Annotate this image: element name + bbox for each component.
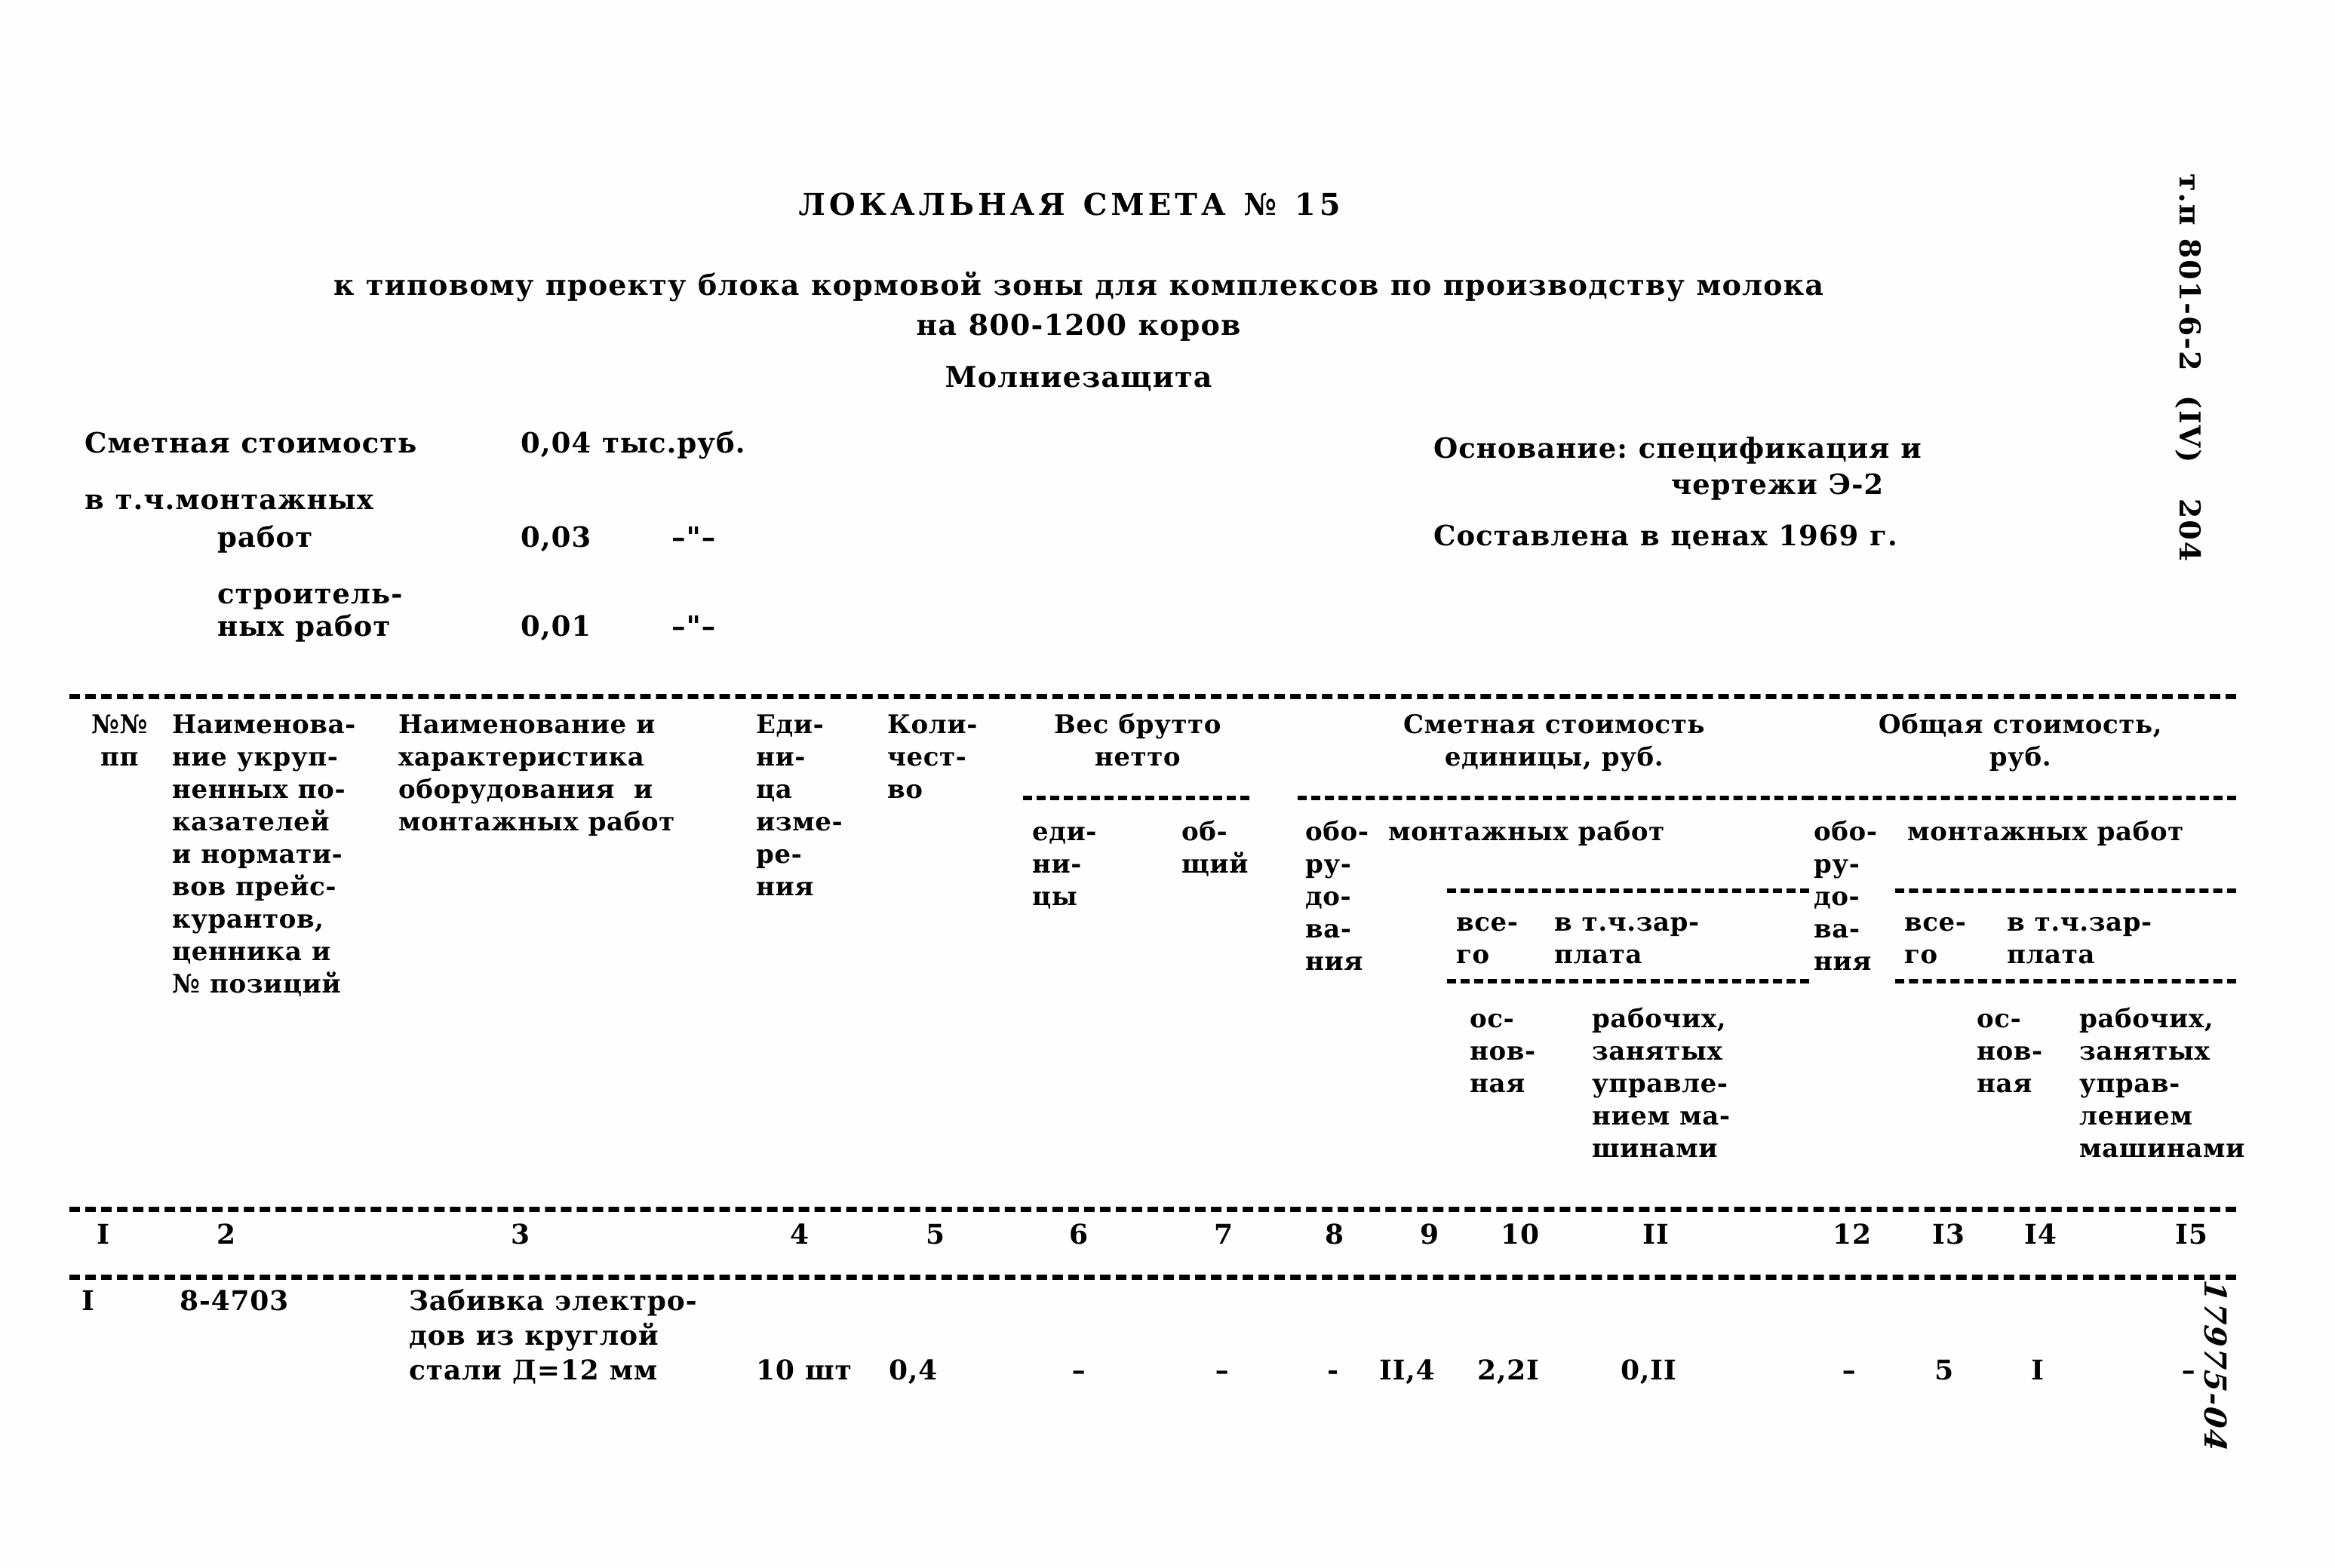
table-row-cell-col-10: 2,2I (1477, 1355, 1540, 1386)
table-row-cell-col-13: 5 (1934, 1355, 1954, 1386)
mounting-works-label: работ (217, 520, 314, 554)
header-col-10-11-salary: в т.ч.зар- плата (1554, 907, 1700, 970)
column-number-8: 8 (1324, 1219, 1345, 1250)
column-number-14: I4 (2024, 1219, 2057, 1250)
basis-line-2: чертежи Э-2 (1671, 468, 1885, 501)
table-row-cell-col-15: – (2181, 1355, 2196, 1386)
table-row-cell-col-3: Забивка электро- дов из круглой стали Д=… (409, 1285, 698, 1386)
construction-works-label-line-1: строитель- (217, 577, 404, 610)
header-col-7: об- щий (1181, 817, 1249, 879)
document-subtitle-line-2: на 800-1200 коров (916, 308, 1242, 342)
total-cost-group-rule (1805, 796, 2236, 800)
table-row-cell-col-11: 0,II (1621, 1355, 1677, 1386)
table-row-cell-col-2: 8-4703 (180, 1285, 289, 1317)
construction-works-value: 0,01 (521, 609, 592, 643)
table-row-cell-col-5: 0,4 (889, 1355, 939, 1386)
unit-mounting-subrule (1447, 888, 1809, 893)
mounting-works-value: 0,03 (521, 520, 592, 554)
column-number-10: 10 (1500, 1219, 1541, 1250)
side-margin-project-code: т.п 801-6-2 (IV) 204 (2173, 173, 2207, 563)
column-number-4: 4 (789, 1219, 810, 1250)
header-group-weight: Вес брутто нетто (1054, 710, 1221, 772)
page-title: ЛОКАЛЬНАЯ СМЕТА № 15 (798, 187, 1344, 222)
document-section-title: Молниезащита (945, 360, 1213, 394)
total-mounting-subrule (1895, 888, 2236, 893)
table-row-cell-col-9: II,4 (1379, 1355, 1436, 1386)
column-number-3: 3 (510, 1219, 531, 1250)
column-number-6: 6 (1068, 1219, 1089, 1250)
header-col-4: Еди- ни- ца изме- ре- ния (756, 710, 843, 902)
header-col-5: Коли- чест- во (887, 710, 978, 805)
header-col-2: Наименова- ние укруп- ненных по- казател… (172, 710, 356, 999)
unit-salary-subrule (1447, 979, 1809, 983)
table-row-cell-col-12: – (1842, 1355, 1857, 1386)
table-row-cell-col-1: I (81, 1285, 95, 1317)
header-group-unit-mounting: монтажных работ (1388, 817, 1665, 847)
column-numbers-bottom-rule (69, 1275, 2236, 1280)
column-number-2: 2 (216, 1219, 237, 1250)
header-col-15: рабочих, занятых управ- лением машинами (2079, 1004, 2245, 1164)
mounting-works-unit: –"– (671, 520, 717, 554)
header-col-1: №№ пп (91, 710, 149, 772)
price-year-line: Составлена в ценах 1969 г. (1433, 519, 1898, 552)
construction-works-label-line-2: ных работ (217, 609, 392, 643)
header-col-14-15-salary: в т.ч.зар- плата (2007, 907, 2152, 970)
column-number-12: 12 (1832, 1219, 1873, 1250)
estimate-cost-value: 0,04 тыс.руб. (521, 426, 746, 459)
column-number-13: I3 (1932, 1219, 1965, 1250)
total-salary-subrule (1895, 979, 2236, 983)
document-subtitle-line-1: к типовому проекту блока кормовой зоны д… (333, 268, 1825, 302)
including-label: в т.ч.монтажных (84, 483, 374, 516)
table-row-cell-col-4: 10 шт (756, 1355, 853, 1386)
header-col-10: ос- нов- ная (1470, 1004, 1536, 1099)
header-col-3: Наименование и характеристика оборудован… (398, 710, 675, 837)
column-number-9: 9 (1419, 1219, 1440, 1250)
estimate-cost-label: Сметная стоимость (84, 426, 418, 459)
basis-line-1: Основание: спецификация и (1433, 431, 1922, 465)
column-number-11: II (1642, 1219, 1670, 1250)
column-number-5: 5 (925, 1219, 946, 1250)
header-group-total-mounting: монтажных работ (1907, 817, 2184, 847)
column-number-15: I5 (2175, 1219, 2208, 1250)
header-col-13: все- го (1904, 907, 1967, 970)
table-row-cell-col-7: – (1215, 1355, 1230, 1386)
header-col-11: рабочих, занятых управле- нием ма- шинам… (1592, 1004, 1731, 1164)
document-page: ЛОКАЛЬНАЯ СМЕТА № 15 к типовому проекту … (0, 0, 2335, 1568)
weight-group-rule (1023, 796, 1249, 800)
header-col-6: еди- ни- цы (1032, 817, 1098, 912)
construction-works-unit: –"– (671, 609, 717, 643)
header-group-unit-cost: Сметная стоимость единицы, руб. (1403, 710, 1706, 772)
header-col-14: ос- нов- ная (1977, 1004, 2043, 1099)
table-row-cell-col-6: – (1071, 1355, 1086, 1386)
unit-cost-group-rule (1298, 796, 1811, 800)
header-group-total-cost: Общая стоимость, руб. (1878, 710, 2163, 772)
column-number-1: I (97, 1219, 110, 1250)
header-col-12: обо- ру- до- ва- ния (1814, 817, 1878, 977)
table-row-cell-col-8: - (1327, 1355, 1339, 1386)
table-row-cell-col-14: I (2031, 1355, 2045, 1386)
header-col-8: обо- ру- до- ва- ния (1305, 817, 1369, 977)
column-number-7: 7 (1213, 1219, 1234, 1250)
header-bottom-rule (69, 1207, 2236, 1212)
header-col-9: все- го (1456, 907, 1519, 970)
table-top-rule (69, 694, 2236, 699)
